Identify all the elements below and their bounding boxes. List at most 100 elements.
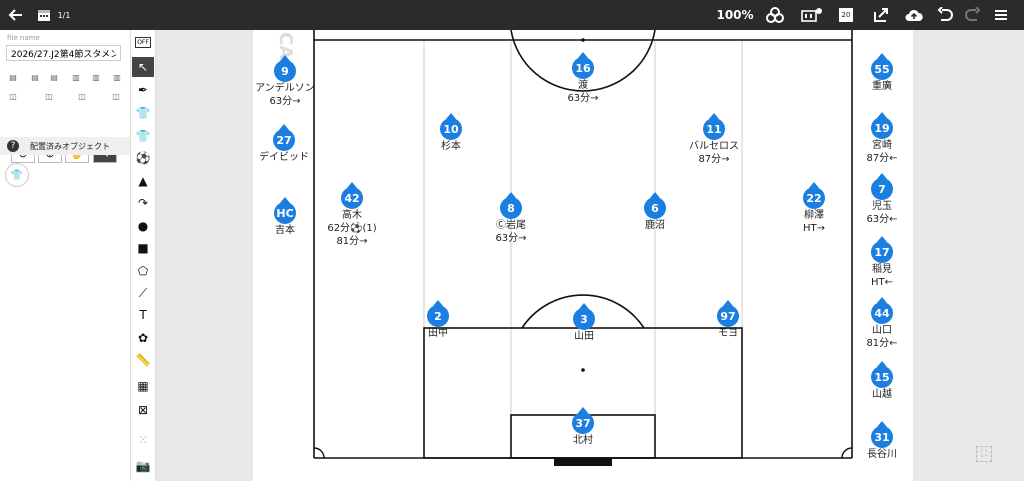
select-tool[interactable]: ↖ — [132, 57, 154, 77]
player-name: 高木 — [342, 210, 362, 221]
pattern-icon: ▦ — [137, 379, 149, 393]
substitute-token[interactable]: 17 稲見 HT← — [827, 236, 937, 289]
substitute-token[interactable]: 19 宮崎 87分← — [827, 112, 937, 165]
arrow-tool[interactable]: ↷ — [132, 193, 154, 213]
undo-icon[interactable] — [934, 0, 956, 30]
substitute-token[interactable]: 55 重廣 — [827, 53, 937, 93]
player-token[interactable]: 42 高木 62分⚽(1) 81分→ — [297, 182, 407, 248]
player-name: 渡 — [578, 80, 588, 91]
line-tool[interactable]: ⟋ — [132, 283, 154, 303]
share-icon[interactable] — [870, 0, 892, 30]
substitute-token[interactable]: 15 山越 — [827, 361, 937, 401]
player-token[interactable]: 3 山田 — [529, 303, 639, 343]
substitute-token[interactable]: 7 児玉 63分← — [827, 173, 937, 226]
redo-icon[interactable] — [962, 0, 984, 30]
player-note: HT→ — [802, 223, 825, 234]
player-name: 宮崎 — [872, 140, 892, 151]
jersey-icon: 👕 — [135, 106, 151, 120]
send-backward-icon[interactable]: ◫ — [76, 91, 88, 101]
square-icon: ■ — [137, 241, 149, 255]
help-icon[interactable]: ? — [7, 140, 19, 152]
group-tool[interactable]: ✿ — [132, 328, 154, 348]
polygon-icon: ⬠ — [137, 264, 149, 278]
formation-settings-icon[interactable] — [800, 0, 824, 30]
marker-icon: ▲ — [138, 174, 148, 188]
rect-tool[interactable]: ■ — [132, 238, 154, 258]
pen-tool[interactable]: ✒ — [132, 80, 154, 100]
calendar-icon[interactable] — [35, 0, 53, 30]
field-icon: ⊠ — [137, 403, 149, 417]
send-back-icon[interactable]: ◫ — [110, 91, 122, 101]
polygon-tool[interactable]: ⬠ — [132, 261, 154, 281]
player-badge: 15 — [871, 361, 893, 388]
player-name: 北村 — [573, 435, 593, 446]
player-note: 63分→ — [567, 93, 599, 104]
player-token[interactable]: 11 バルセロス 87分→ — [659, 113, 769, 166]
placed-objects-header[interactable]: ? 配置済みオブジェクト — [0, 137, 130, 155]
player-token[interactable]: 9 アンデルソン 63分→ — [230, 55, 340, 108]
corner-arc — [313, 447, 325, 459]
align-bottom-icon[interactable]: ▥ — [111, 72, 123, 82]
formation-tool[interactable]: ⁙ — [132, 430, 154, 450]
zoom-level[interactable]: 100% — [716, 0, 753, 30]
ruler-tool[interactable]: 📏 — [132, 350, 154, 370]
marker-tool[interactable]: ▲ — [132, 171, 154, 191]
player-token[interactable]: 6 鹿沼 — [600, 192, 710, 232]
player-name: 山口 — [872, 325, 892, 336]
player-note: 63分→ — [269, 96, 301, 107]
player-token[interactable]: 16 渡 63分→ — [528, 52, 638, 105]
player-note: 87分→ — [698, 154, 730, 165]
substitute-token[interactable]: 44 山口 81分← — [827, 297, 937, 350]
cloud-upload-icon[interactable] — [903, 0, 925, 30]
pattern-tool[interactable]: ▦ — [132, 376, 154, 396]
screenshot-tool[interactable]: 📷 — [132, 456, 154, 476]
ball-tool[interactable]: ⚽ — [132, 148, 154, 168]
align-right-icon[interactable]: ▤ — [48, 72, 60, 82]
player-note: 81分→ — [336, 236, 368, 247]
player-token[interactable]: 27 デイビッド — [229, 124, 339, 164]
player-name: 吉本 — [275, 225, 295, 236]
field-tool[interactable]: ⊠ — [132, 400, 154, 420]
align-left-icon[interactable]: ▤ — [7, 72, 19, 82]
menu-icon[interactable] — [991, 0, 1011, 30]
player-badge: 31 — [871, 421, 893, 448]
text-tool[interactable]: T — [132, 305, 154, 325]
bring-forward-icon[interactable]: ◫ — [43, 91, 55, 101]
player-token[interactable]: 2 田中 — [383, 300, 493, 340]
player-token[interactable]: 97 モヨ — [673, 300, 783, 340]
player-name: 鹿沼 — [645, 220, 665, 231]
text-icon: T — [139, 308, 147, 322]
substitute-token[interactable]: 31 長谷川 — [827, 421, 937, 461]
circle-tool[interactable]: ● — [132, 216, 154, 236]
placed-object-shirt[interactable]: 👕 — [5, 163, 29, 187]
cursor-icon: ↖ — [137, 60, 149, 74]
player-alt-tool[interactable]: 👕 — [132, 126, 154, 146]
layers-icon[interactable] — [764, 0, 786, 30]
top-toolbar: 1/1 100% 20 — [0, 0, 1024, 30]
player-token[interactable]: 8 Ⓒ岩尾 63分→ — [456, 192, 566, 245]
pen-icon: ✒ — [137, 83, 149, 97]
bring-front-icon[interactable]: ◫ — [7, 91, 19, 101]
jersey-alt-icon: 👕 — [135, 129, 151, 143]
align-center-h-icon[interactable]: ▤ — [29, 72, 41, 82]
player-token[interactable]: 10 杉本 — [396, 113, 506, 153]
page-indicator: 1/1 — [57, 10, 71, 20]
fit-screen-icon[interactable]: ⛶ — [976, 446, 992, 462]
toggle-off-label: OFF — [135, 36, 151, 48]
player-tool[interactable]: 👕 — [132, 103, 154, 123]
align-middle-icon[interactable]: ▥ — [90, 72, 102, 82]
player-badge: 44 — [871, 297, 893, 324]
player-badge: 97 — [717, 300, 739, 327]
player-badge: 16 — [572, 52, 594, 79]
file-name-input[interactable] — [6, 45, 121, 61]
center-spot — [581, 38, 585, 42]
player-name: 杉本 — [441, 141, 461, 152]
player-name: 児玉 — [872, 201, 892, 212]
count-badge[interactable]: 20 — [838, 0, 854, 30]
back-arrow-icon[interactable] — [4, 0, 26, 30]
player-token[interactable]: 37 北村 — [528, 407, 638, 447]
align-top-icon[interactable]: ▥ — [70, 72, 82, 82]
toggle-off-button[interactable]: OFF — [132, 32, 154, 52]
player-note: HT← — [870, 277, 893, 288]
player-badge: 9 — [274, 55, 296, 82]
